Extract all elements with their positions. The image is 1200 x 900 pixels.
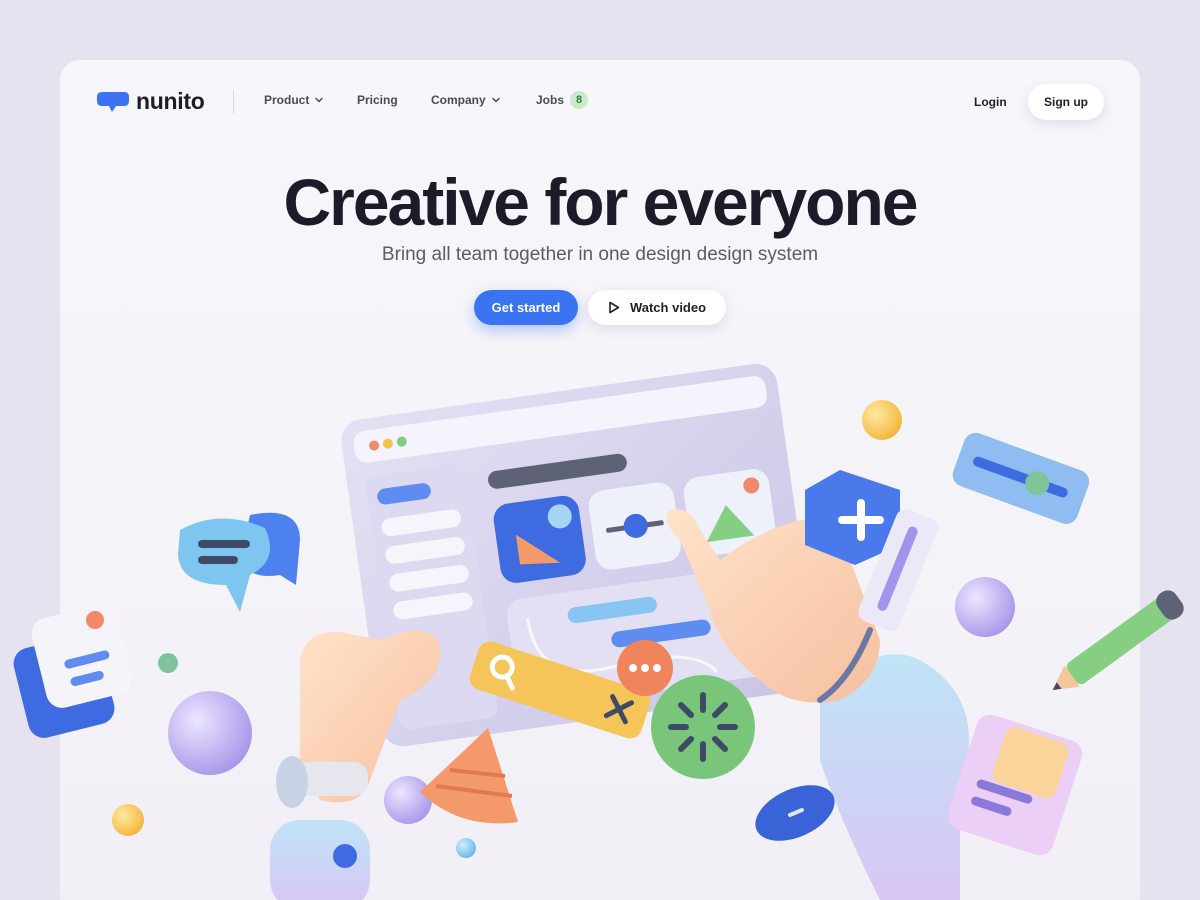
nav-item-pricing[interactable]: Pricing [357,93,398,107]
play-icon [609,301,620,314]
nav-item-product[interactable]: Product [264,93,324,107]
nav-item-jobs[interactable]: Jobs 8 [536,91,589,109]
hero-subtitle: Bring all team together in one design de… [381,244,819,265]
nav-item-label: Product [264,93,310,107]
chevron-down-icon [315,97,324,103]
login-link[interactable]: Login [974,95,1007,109]
nav-item-label: Jobs [536,93,565,107]
page-card: nunito Product Pricing Company Jobs 8 Lo… [60,60,1140,900]
nav-item-label: Pricing [357,93,398,107]
get-started-label: Get started [491,300,561,315]
hero-title: Creative for everyone [283,165,919,239]
watch-video-label: Watch video [629,300,707,315]
nav-divider [233,90,234,114]
nav-item-company[interactable]: Company [431,93,500,107]
chevron-down-icon [491,97,500,103]
brand-name: nunito [136,88,205,114]
signup-button[interactable]: Sign up [1028,84,1104,120]
speech-bubble-logo-icon [97,91,129,112]
brand-logo[interactable]: nunito [96,88,205,115]
top-navigation: nunito Product Pricing Company Jobs 8 Lo… [60,60,1140,144]
get-started-button[interactable]: Get started [474,290,578,325]
watch-video-button[interactable]: Watch video [588,290,726,325]
nav-item-label: Company [431,93,486,107]
jobs-count-badge: 8 [570,91,589,109]
